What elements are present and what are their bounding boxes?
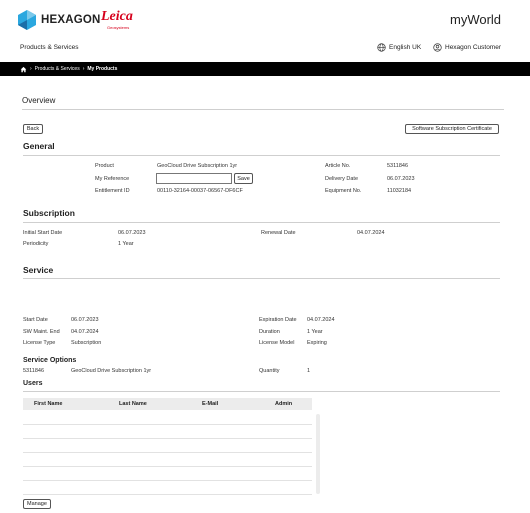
periodicity-value: 1 Year [118,241,134,247]
service-divider [23,278,500,279]
globe-icon [377,42,386,52]
breadcrumb: › Products & Services › My Products [20,65,117,73]
table-row [23,438,312,439]
entitlement-label: Entitlement ID [95,188,130,194]
delivery-value: 06.07.2023 [387,176,415,182]
leica-logo[interactable]: Leica Geosystems [101,9,135,33]
subscription-divider [23,222,500,223]
equipment-label: Equipment No. [325,188,362,194]
general-divider [23,155,500,156]
back-button[interactable]: Back [23,124,43,134]
start-date-value: 06.07.2023 [71,317,99,323]
hexagon-wordmark: HEXAGON [41,14,101,26]
duration-value: 1 Year [307,329,323,335]
license-type-label: License Type [23,340,56,346]
language-label: English UK [389,43,422,51]
sw-maint-label: SW Maint. End [23,329,60,335]
title-divider [22,109,504,110]
language-selector[interactable]: English UK [377,42,421,52]
periodicity-label: Periodicity [23,241,49,247]
article-value: 5311846 [387,163,409,169]
app-title: myWorld [450,12,502,27]
save-button[interactable]: Save [234,173,253,184]
breadcrumb-my-products[interactable]: My Products [87,66,117,72]
reference-input[interactable] [156,173,232,184]
user-icon [433,42,442,52]
hexagon-logo-icon [18,10,36,30]
service-options-heading: Service Options [23,357,77,364]
table-scrollbar[interactable] [316,414,320,494]
column-last-name[interactable]: Last Name [119,401,147,407]
home-icon[interactable] [20,66,27,73]
general-heading: General [23,141,55,151]
breadcrumb-products[interactable]: Products & Services [35,66,80,72]
start-date-label: Start Date [23,317,48,323]
certificate-button[interactable]: Software Subscription Certificate [405,124,499,134]
sw-maint-value: 04.07.2024 [71,329,99,335]
users-table-header [23,398,312,410]
table-row [23,466,312,467]
hexagon-logo[interactable]: HEXAGON [16,9,100,31]
users-heading: Users [23,380,43,387]
service-option-article: 5311846 [23,368,45,374]
user-label: Hexagon Customer [445,43,501,51]
user-menu[interactable]: Hexagon Customer [433,42,501,52]
column-email[interactable]: E-Mail [202,401,218,407]
quantity-label: Quantity [259,368,280,374]
manage-button[interactable]: Manage [23,499,51,509]
subscription-heading: Subscription [23,208,75,218]
users-divider [23,391,500,392]
breadcrumb-separator-icon: › [30,66,32,72]
table-row [23,424,312,425]
renewal-value: 04.07.2024 [357,230,385,236]
table-row [23,452,312,453]
table-row [23,494,312,495]
initial-start-value: 06.07.2023 [118,230,146,236]
product-label: Product [95,163,114,169]
license-model-label: License Model [259,340,295,346]
table-row [23,480,312,481]
reference-label: My Reference [95,176,130,182]
expiration-label: Expiration Date [259,317,297,323]
breadcrumb-separator-icon: › [82,66,85,72]
article-label: Article No. [325,163,351,169]
renewal-label: Renewal Date [261,230,296,236]
page-title: Overview [22,96,56,105]
delivery-label: Delivery Date [325,176,359,182]
leica-wordmark: Leica [101,9,133,24]
service-heading: Service [23,265,54,275]
expiration-value: 04.07.2024 [307,317,335,323]
license-type-value: Subscription [71,340,102,346]
column-admin[interactable]: Admin [275,401,292,407]
products-services-link[interactable]: Products & Services [20,44,79,51]
column-first-name[interactable]: First Name [34,401,62,407]
leica-subtext: Geosystems [107,25,130,30]
duration-label: Duration [259,329,280,335]
license-model-value: Expiring [307,340,327,346]
quantity-value: 1 [307,368,311,374]
product-value: GeoCloud Drive Subscription 1yr [157,163,238,169]
equipment-value: 11032184 [387,188,412,194]
initial-start-label: Initial Start Date [23,230,63,236]
service-option-description: GeoCloud Drive Subscription 1yr [71,368,152,374]
entitlement-value: 00110-32164-00037-06567-DF6CF [157,188,243,194]
